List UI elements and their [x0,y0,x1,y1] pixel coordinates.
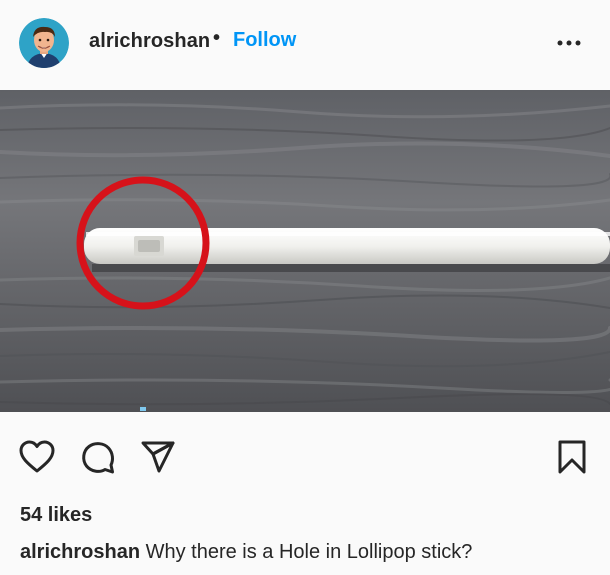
share-button[interactable] [140,440,176,479]
username-link[interactable]: alrichroshan [89,30,210,53]
avatar-illustration [19,18,69,68]
likes-count[interactable]: 54 likes [20,504,92,527]
post-actions [0,412,610,502]
avatar[interactable] [19,18,69,68]
follow-button[interactable]: Follow [233,29,296,52]
comment-icon [82,442,114,474]
caption-username-link[interactable]: alrichroshan [20,541,140,563]
comment-button[interactable] [80,439,116,480]
more-options-button[interactable] [555,33,583,53]
lollipop-stick-photo [0,90,610,412]
post-image[interactable] [0,90,610,412]
separator-dot: • [213,27,221,49]
like-button[interactable] [19,440,55,479]
post-caption: alrichroshan Why there is a Hole in Loll… [20,541,472,564]
heart-icon [19,440,55,473]
save-button[interactable] [557,439,587,480]
share-icon [141,441,175,473]
more-horizontal-icon [557,40,581,46]
caption-text: Why there is a Hole in Lollipop stick? [145,541,473,563]
bookmark-icon [558,440,586,474]
post-header: alrichroshan • Follow [0,0,610,90]
